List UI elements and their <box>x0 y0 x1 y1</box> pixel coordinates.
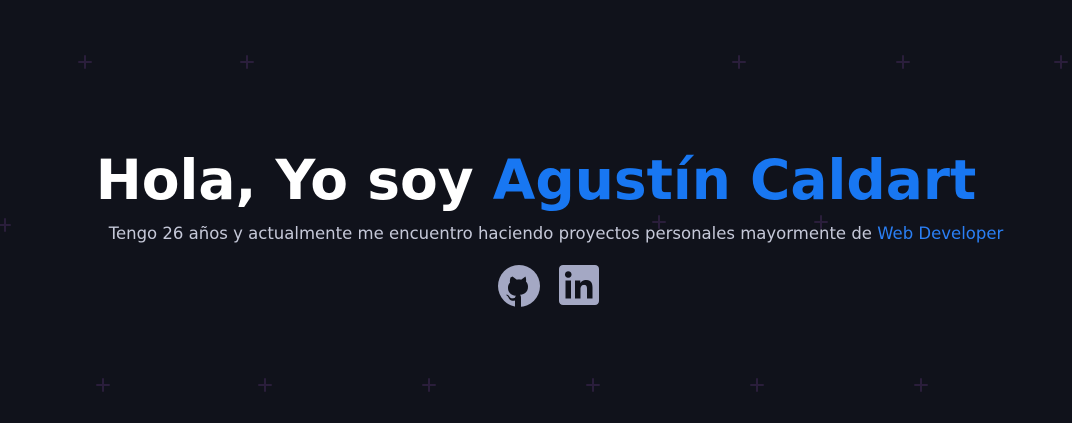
role-highlight: Web Developer <box>877 224 1004 243</box>
linkedin-link[interactable] <box>558 264 602 308</box>
github-link[interactable] <box>497 264 541 308</box>
hero-section: Hola, Yo soy Agustín Caldart Tengo 26 añ… <box>0 142 1072 308</box>
tagline-text: Tengo 26 años y actualmente me encuentro… <box>108 224 872 243</box>
github-icon <box>497 265 540 307</box>
hero-headline: Hola, Yo soy Agustín Caldart <box>0 142 1072 218</box>
hero-tagline: Tengo 26 años y actualmente me encuentro… <box>0 220 1072 248</box>
name-highlight: Agustín Caldart <box>492 148 977 212</box>
linkedin-icon <box>558 265 599 305</box>
social-links <box>0 264 1072 308</box>
greeting-text: Hola, Yo soy <box>95 148 474 212</box>
